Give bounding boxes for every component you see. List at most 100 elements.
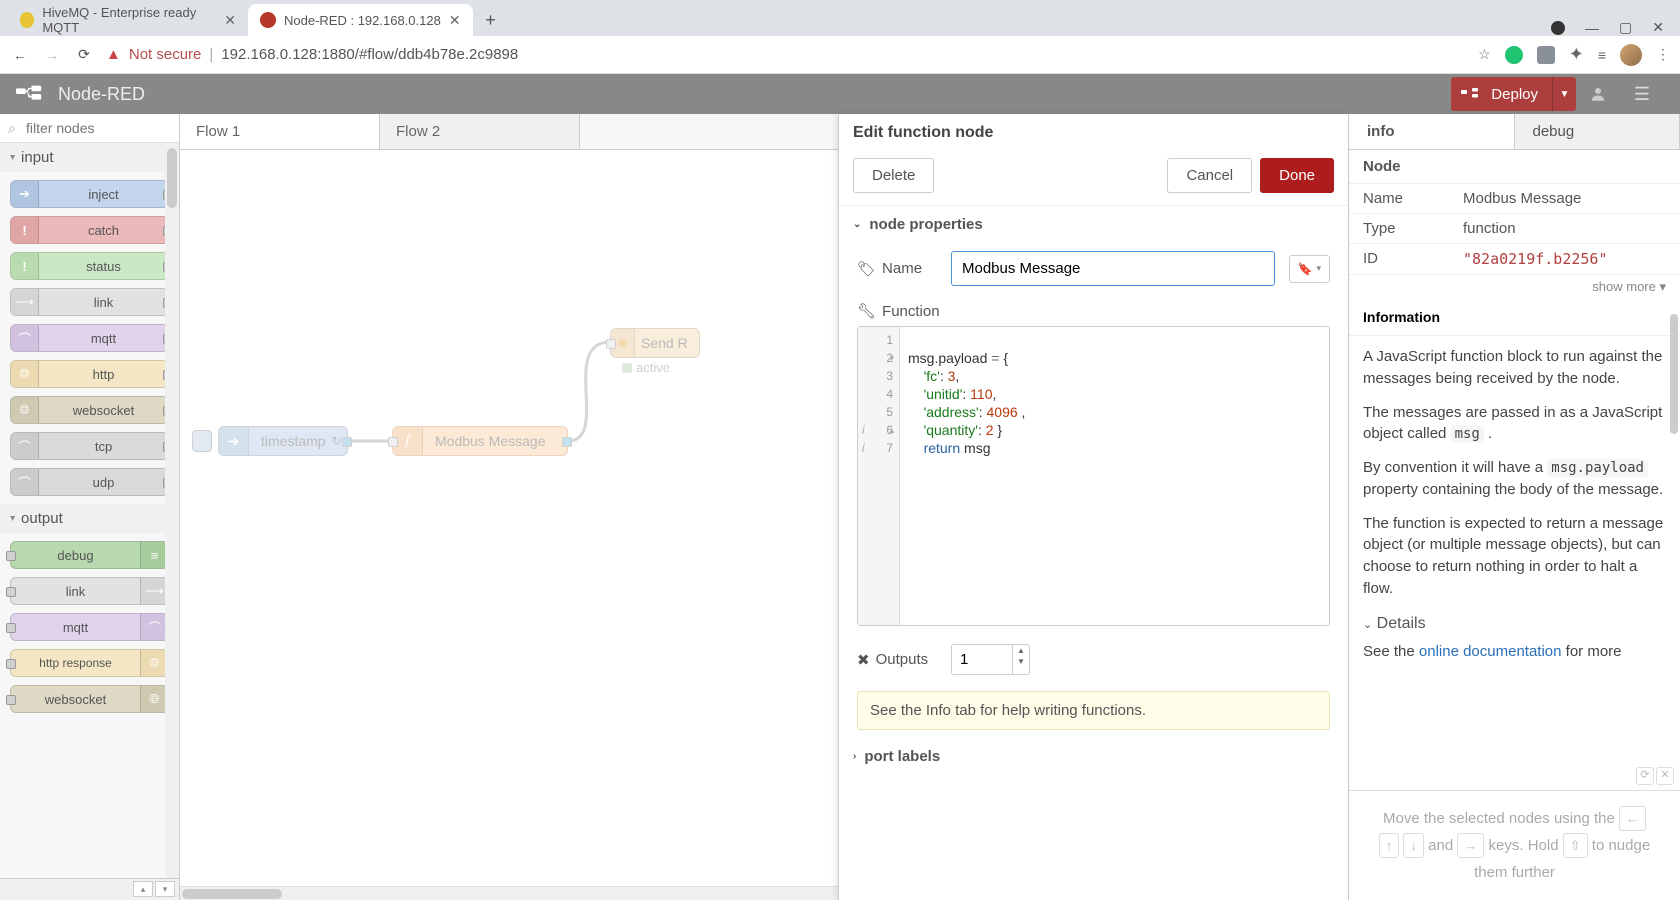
bridge-icon: ⌒: [18, 473, 31, 492]
favicon-nodered: [260, 12, 276, 28]
chrome-menu-icon[interactable]: ⋮: [1656, 46, 1670, 63]
chevron-down-icon: ▸: [7, 516, 18, 521]
account-icon[interactable]: [1551, 21, 1565, 35]
deploy-dropdown[interactable]: ▼: [1552, 77, 1576, 111]
link-out-icon: ⟶: [145, 583, 164, 599]
info-paragraph: See the online documentation for more: [1363, 641, 1666, 663]
extensions-icon[interactable]: ✦: [1569, 44, 1584, 65]
done-button[interactable]: Done: [1260, 158, 1334, 193]
debug-icon: ≡: [151, 548, 159, 563]
profile-avatar[interactable]: [1620, 44, 1642, 66]
nodered-logo-icon: [16, 85, 44, 103]
reload-button[interactable]: ⟳: [74, 46, 94, 63]
palette-search: [0, 114, 179, 143]
deploy-button[interactable]: Deploy: [1451, 77, 1552, 111]
cancel-button[interactable]: Cancel: [1167, 158, 1252, 193]
palette-node-websocket[interactable]: 🌐︎websocket: [10, 396, 169, 424]
palette-collapse-down-button[interactable]: ▾: [155, 881, 175, 897]
palette-node-http-response[interactable]: http response🌐︎: [10, 649, 169, 677]
user-icon[interactable]: [1576, 74, 1620, 114]
palette-category-input[interactable]: ▸ input: [0, 143, 179, 172]
browser-tab-strip: HiveMQ - Enterprise ready MQTT ✕ Node-RE…: [0, 0, 1680, 36]
editor-content[interactable]: msg.payload = { 'fc': 3, 'unitid': 110, …: [900, 327, 1329, 625]
back-button[interactable]: ←: [10, 47, 30, 63]
url-text: 192.168.0.128:1880/#flow/ddb4b78e.2c9898: [221, 46, 518, 63]
tray-buttons: Delete Cancel Done: [839, 152, 1348, 206]
tag-icon: 🏷︎: [857, 260, 876, 278]
bridge-icon: ⌒: [18, 329, 31, 348]
menu-icon[interactable]: ☰: [1620, 74, 1664, 114]
flow-tab-1[interactable]: Flow 1: [180, 114, 380, 149]
palette-node-debug[interactable]: debug≡: [10, 541, 169, 569]
minimize-icon[interactable]: —: [1585, 20, 1599, 36]
palette-node-websocket-out[interactable]: websocket🌐︎: [10, 685, 169, 713]
filter-nodes-input[interactable]: [8, 120, 171, 136]
palette-node-link-out[interactable]: link⟶: [10, 577, 169, 605]
edit-tray: Edit function node Delete Cancel Done ⌄ …: [838, 114, 1348, 900]
key-shift-icon: ⇧: [1563, 833, 1588, 858]
palette-node-udp[interactable]: ⌒udp: [10, 468, 169, 496]
name-input[interactable]: [951, 251, 1275, 286]
palette-category-output[interactable]: ▸ output: [0, 504, 179, 533]
chevron-down-icon: ▾: [1316, 263, 1321, 274]
info-paragraph: The function is expected to return a mes…: [1363, 513, 1666, 600]
tray-title: Edit function node: [839, 114, 1348, 152]
hint-refresh-icon[interactable]: ⟳: [1636, 767, 1654, 785]
close-icon[interactable]: ✕: [449, 12, 461, 29]
function-editor[interactable]: 1 2▾ 3 4 5 i6▴ i7 msg.payload = { 'fc': …: [857, 326, 1330, 626]
palette-collapse-up-button[interactable]: ▴: [133, 881, 153, 897]
warning-icon: ▲: [106, 46, 121, 63]
bookmark-icon-button[interactable]: 🔖▾: [1289, 255, 1330, 283]
flow-tab-2[interactable]: Flow 2: [380, 114, 580, 149]
port-labels-toggle[interactable]: › port labels: [839, 738, 1348, 775]
info-paragraph: The messages are passed in as a JavaScri…: [1363, 402, 1666, 446]
prop-row-name: NameModbus Message: [1349, 184, 1680, 213]
maximize-icon[interactable]: ▢: [1619, 19, 1632, 36]
outputs-input[interactable]: [952, 645, 1012, 674]
node-properties-toggle[interactable]: ⌄ node properties: [839, 206, 1348, 243]
palette-node-inject[interactable]: ➔inject: [10, 180, 169, 208]
show-more-link[interactable]: show more ▾: [1349, 275, 1680, 299]
stepper-down[interactable]: ▼: [1013, 656, 1029, 667]
key-down-icon: ↓: [1403, 833, 1424, 858]
palette-node-tcp[interactable]: ⌒tcp: [10, 432, 169, 460]
sidebar-scrollbar[interactable]: [1668, 314, 1680, 514]
close-window-icon[interactable]: ✕: [1652, 19, 1664, 36]
outputs-row: ✖Outputs ▲▼: [839, 636, 1348, 683]
stepper-up[interactable]: ▲: [1013, 645, 1029, 656]
browser-tab-nodered[interactable]: Node-RED : 192.168.0.128 ✕: [248, 4, 473, 36]
globe-icon: 🌐︎: [19, 366, 29, 382]
details-toggle[interactable]: ⌄ Details: [1363, 612, 1666, 635]
key-up-icon: ↑: [1379, 833, 1400, 858]
palette-node-mqtt-out[interactable]: mqtt⌒: [10, 613, 169, 641]
new-tab-button[interactable]: +: [477, 6, 505, 34]
arrow-right-icon: ➔: [19, 186, 30, 202]
palette-node-link[interactable]: ⟶link: [10, 288, 169, 316]
delete-button[interactable]: Delete: [853, 158, 934, 193]
palette-node-mqtt[interactable]: ⌒mqtt: [10, 324, 169, 352]
palette-scrollbar[interactable]: [165, 146, 179, 878]
palette-node-http[interactable]: 🌐︎http: [10, 360, 169, 388]
url-actions: ☆ ✦ ≡ ⋮: [1478, 44, 1670, 66]
reading-list-icon[interactable]: ≡: [1598, 47, 1606, 63]
extension-grammarly-icon[interactable]: [1505, 46, 1523, 64]
bookmark-icon[interactable]: ☆: [1478, 46, 1491, 63]
online-documentation-link[interactable]: online documentation: [1419, 643, 1562, 660]
hint-close-icon[interactable]: ✕: [1656, 767, 1674, 785]
forward-button[interactable]: →: [42, 47, 62, 63]
info-paragraph: By convention it will have a msg.payload…: [1363, 457, 1666, 501]
sidebar-tab-info[interactable]: info: [1349, 114, 1515, 149]
chevron-down-icon: ▸: [7, 155, 18, 160]
security-status: Not secure: [129, 46, 202, 63]
palette-node-status[interactable]: !status: [10, 252, 169, 280]
sidebar-tab-debug[interactable]: debug: [1515, 114, 1680, 149]
function-label: 🔧︎Function: [857, 302, 937, 320]
address-bar[interactable]: ▲ Not secure | 192.168.0.128:1880/#flow/…: [106, 46, 1466, 63]
outputs-label: ✖Outputs: [857, 651, 937, 669]
name-row: 🏷︎Name 🔖▾: [839, 243, 1348, 294]
palette-node-catch[interactable]: !catch: [10, 216, 169, 244]
close-icon[interactable]: ✕: [224, 12, 236, 29]
outputs-stepper[interactable]: ▲▼: [951, 644, 1030, 675]
extension-icon[interactable]: [1537, 46, 1555, 64]
browser-tab-hivemq[interactable]: HiveMQ - Enterprise ready MQTT ✕: [8, 4, 248, 36]
